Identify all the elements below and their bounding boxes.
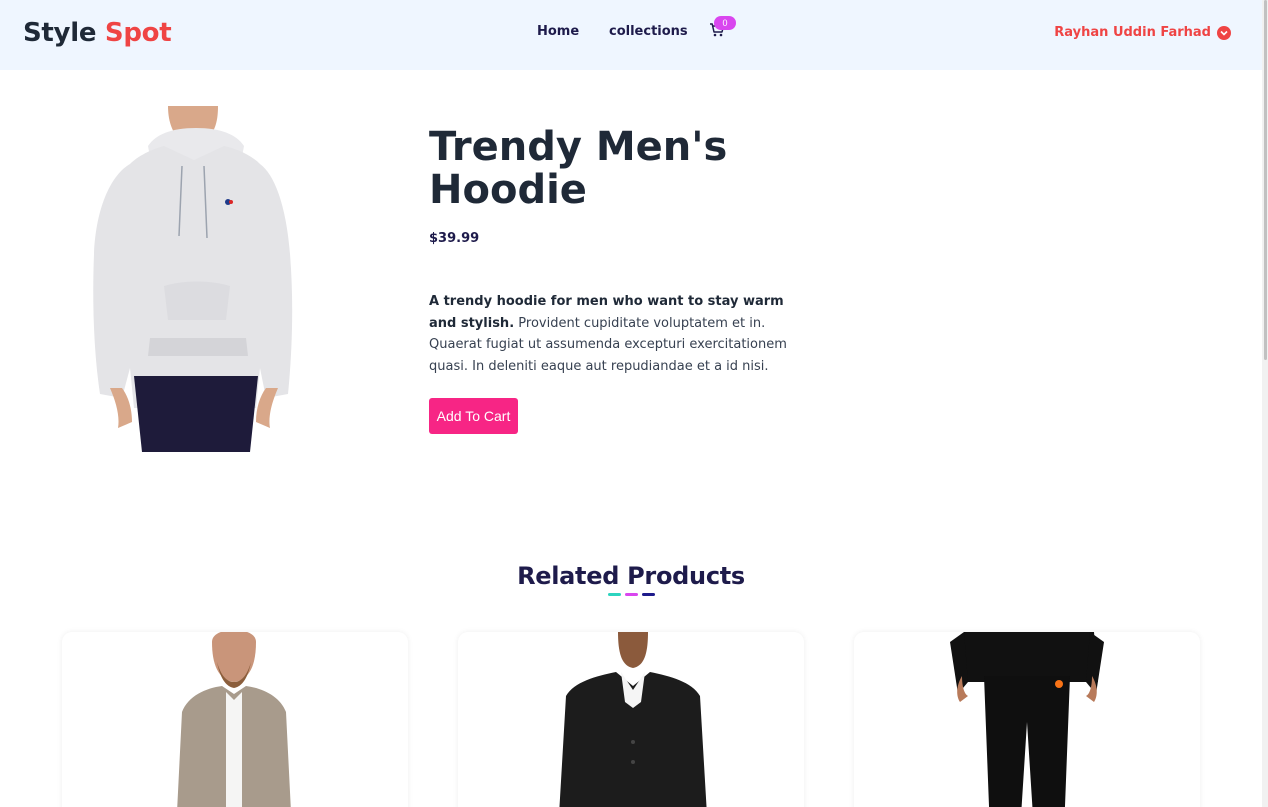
heading-underline-dash: [642, 593, 655, 596]
related-product-image-shirt: [177, 632, 291, 807]
product-description: A trendy hoodie for men who want to stay…: [429, 291, 804, 377]
product-price: $39.99: [429, 231, 480, 246]
add-to-cart-button[interactable]: Add To Cart: [429, 398, 518, 434]
brand-word-style: Style: [23, 18, 97, 48]
user-name: Rayhan Uddin Farhad: [1054, 25, 1211, 40]
page-scrollbar-thumb[interactable]: [1264, 0, 1267, 360]
related-product-image-tracksuit: [950, 632, 1104, 807]
related-products-heading: Related Products: [517, 562, 745, 590]
related-product-card[interactable]: [62, 632, 408, 807]
brand-word-spot: Spot: [104, 18, 172, 48]
user-menu[interactable]: Rayhan Uddin Farhad: [1054, 25, 1231, 40]
nav-collections-link[interactable]: collections: [609, 24, 688, 39]
chevron-down-circle-icon[interactable]: [1217, 25, 1231, 40]
top-navbar: Style Spot Home collections 0 Rayhan Udd…: [0, 0, 1262, 70]
heading-underline-dash: [625, 593, 638, 596]
brand-logo[interactable]: Style Spot: [23, 18, 172, 48]
cart-count-badge: 0: [714, 16, 736, 30]
related-product-image-suit: [559, 632, 707, 807]
related-product-card[interactable]: [854, 632, 1200, 807]
product-title: Trendy Men's Hoodie: [429, 124, 728, 213]
product-image: [90, 106, 302, 452]
nav-home-link[interactable]: Home: [537, 24, 579, 39]
related-product-card[interactable]: [458, 632, 804, 807]
heading-underline-dash: [608, 593, 621, 596]
